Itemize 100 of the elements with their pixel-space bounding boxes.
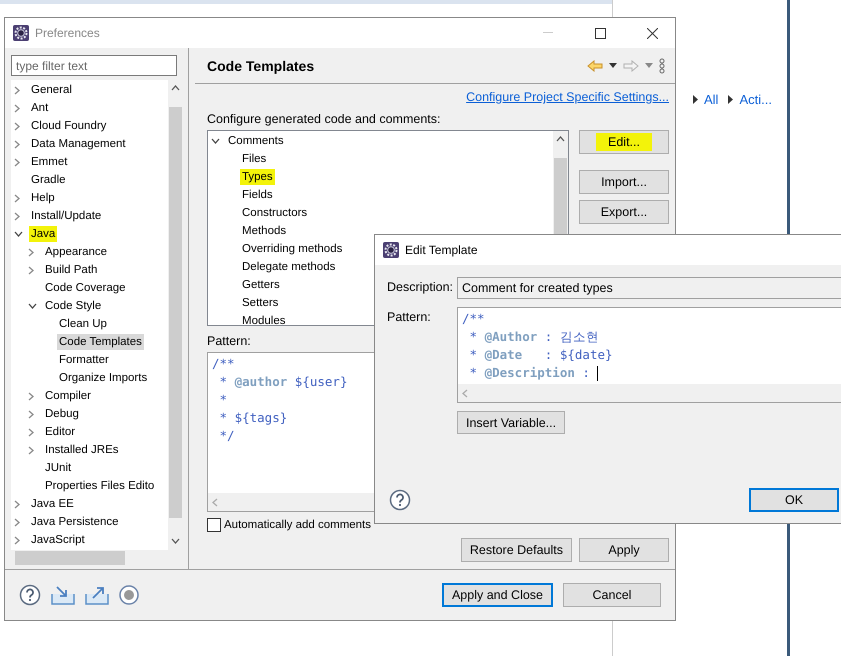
template-variable: ${user} <box>294 373 348 391</box>
tree-item[interactable]: Debug <box>43 406 81 422</box>
gear-icon <box>13 25 29 41</box>
auto-comments-checkbox[interactable]: Automatically add comments <box>207 518 372 532</box>
tree-item[interactable]: Emmet <box>29 154 70 170</box>
insert-variable-button[interactable]: Insert Variable... <box>457 411 566 434</box>
comment-text: * <box>468 364 478 382</box>
comment-text: /** <box>462 310 485 328</box>
comment-text: * <box>468 346 478 364</box>
scroll-left-icon[interactable] <box>462 388 468 398</box>
comment-text: */ <box>218 427 235 445</box>
tree-item[interactable]: Help <box>29 190 57 206</box>
comment-text: * <box>218 373 228 391</box>
tree-item[interactable]: Editor <box>43 424 78 440</box>
tree-item[interactable]: Methods <box>240 223 288 239</box>
scroll-up-icon[interactable] <box>556 136 565 142</box>
filter-link[interactable]: Acti... <box>739 92 772 107</box>
page-title: Code Templates <box>207 58 316 74</box>
tree-item[interactable]: JUnit <box>43 460 74 476</box>
javadoc-tag: @author <box>234 373 288 391</box>
apply-and-close-button[interactable]: Apply and Close <box>442 583 553 607</box>
tree-item[interactable]: Cloud Foundry <box>29 118 108 134</box>
window-title: Edit Template <box>405 243 478 257</box>
tree-item[interactable]: Installed JREs <box>43 442 121 458</box>
tree-item[interactable]: Compiler <box>43 388 94 404</box>
tree-item[interactable]: Types <box>240 169 275 185</box>
tree-item[interactable]: Code Style <box>43 298 104 314</box>
tree-item[interactable]: Install/Update <box>29 208 104 224</box>
comment-text: * <box>218 391 228 409</box>
tree-item[interactable]: Organize Imports <box>57 370 150 386</box>
tree-item[interactable]: JavaScript <box>29 532 87 548</box>
scroll-left-icon[interactable] <box>212 498 218 506</box>
tree-item[interactable]: Appearance <box>43 244 110 260</box>
filter-field[interactable]: type filter text <box>11 55 177 76</box>
tree-item[interactable]: Code Templates <box>57 334 144 350</box>
comment-text: * <box>218 409 228 427</box>
forward-arrow-icon[interactable] <box>623 60 639 72</box>
comment-text: /** <box>212 355 235 373</box>
pattern-label: Pattern: <box>387 309 432 324</box>
tree-item[interactable]: Fields <box>240 187 275 203</box>
tree-item[interactable]: Java <box>29 226 58 242</box>
help-icon[interactable] <box>19 584 41 606</box>
javadoc-tag: @Author <box>484 328 538 346</box>
tree-item[interactable]: Overriding methods <box>240 241 344 257</box>
javadoc-tag: @Date <box>484 346 522 364</box>
close-icon[interactable] <box>646 28 658 38</box>
side-button[interactable]: Edit... <box>579 130 669 154</box>
pattern-editor[interactable]: /** * @Author : 김소현 * @Date : ${date} * @Description : <box>457 307 841 403</box>
tree-item[interactable]: Gradle <box>29 172 68 188</box>
tree-item[interactable]: Build Path <box>43 262 100 278</box>
help-icon[interactable] <box>389 489 411 511</box>
scroll-down-icon[interactable] <box>171 538 180 544</box>
tree-item[interactable]: Getters <box>240 277 282 293</box>
dropdown-icon[interactable] <box>609 63 617 68</box>
tree-item[interactable]: Delegate methods <box>240 259 338 275</box>
tree-item[interactable]: Java EE <box>29 496 76 512</box>
comment-text: : 김소현 <box>544 328 599 346</box>
template-variable: ${date} <box>560 346 613 364</box>
maximize-icon[interactable] <box>594 28 606 38</box>
window-title: Preferences <box>35 26 101 40</box>
project-settings-link[interactable]: Configure Project Specific Settings... <box>466 90 669 104</box>
description-field[interactable]: Comment for created types <box>457 277 841 299</box>
tree-item[interactable]: Java Persistence <box>29 514 121 530</box>
scroll-up-icon[interactable] <box>171 85 180 91</box>
record-icon[interactable] <box>119 585 139 605</box>
template-variable: ${tags} <box>234 409 288 427</box>
gear-icon <box>383 242 399 258</box>
text-cursor <box>597 366 598 380</box>
more-options-icon[interactable] <box>659 58 665 74</box>
tree-item[interactable]: Setters <box>240 295 280 311</box>
apply-button[interactable]: Apply <box>579 538 669 562</box>
filter-link[interactable]: All <box>704 92 718 107</box>
javadoc-tag: @Description <box>484 364 575 382</box>
tree-item[interactable]: Code Coverage <box>43 280 128 296</box>
description-label: Description: <box>387 279 454 294</box>
tree-item[interactable]: Modules <box>240 313 288 325</box>
export-icon[interactable] <box>85 585 109 605</box>
comment-text: * <box>468 328 478 346</box>
triangle-icon <box>728 95 734 104</box>
comment-text: : <box>544 346 554 364</box>
back-arrow-icon[interactable] <box>587 60 603 72</box>
tree-item[interactable]: Constructors <box>240 205 310 221</box>
cancel-button[interactable]: Cancel <box>563 583 661 607</box>
restore-defaults-button[interactable]: Restore Defaults <box>460 538 572 562</box>
tree-item[interactable]: General <box>29 82 74 98</box>
tree-item[interactable]: Formatter <box>57 352 111 368</box>
import-icon[interactable] <box>51 585 75 605</box>
tree-item[interactable]: Ant <box>29 100 50 116</box>
side-button[interactable]: Export... <box>579 200 669 224</box>
tree-item[interactable]: Properties Files Edito <box>43 478 156 494</box>
side-button[interactable]: Import... <box>579 170 669 194</box>
triangle-icon <box>693 95 698 104</box>
tree-item[interactable]: Comments <box>226 133 286 149</box>
pattern-label: Pattern: <box>207 333 251 350</box>
ok-button[interactable]: OK <box>749 488 839 512</box>
tree-item[interactable]: Files <box>240 151 268 167</box>
tree-item[interactable]: Clean Up <box>57 316 109 332</box>
tree-item[interactable]: Data Management <box>29 136 128 152</box>
section-label: Configure generated code and comments: <box>207 111 440 128</box>
comment-text: : <box>581 364 591 382</box>
